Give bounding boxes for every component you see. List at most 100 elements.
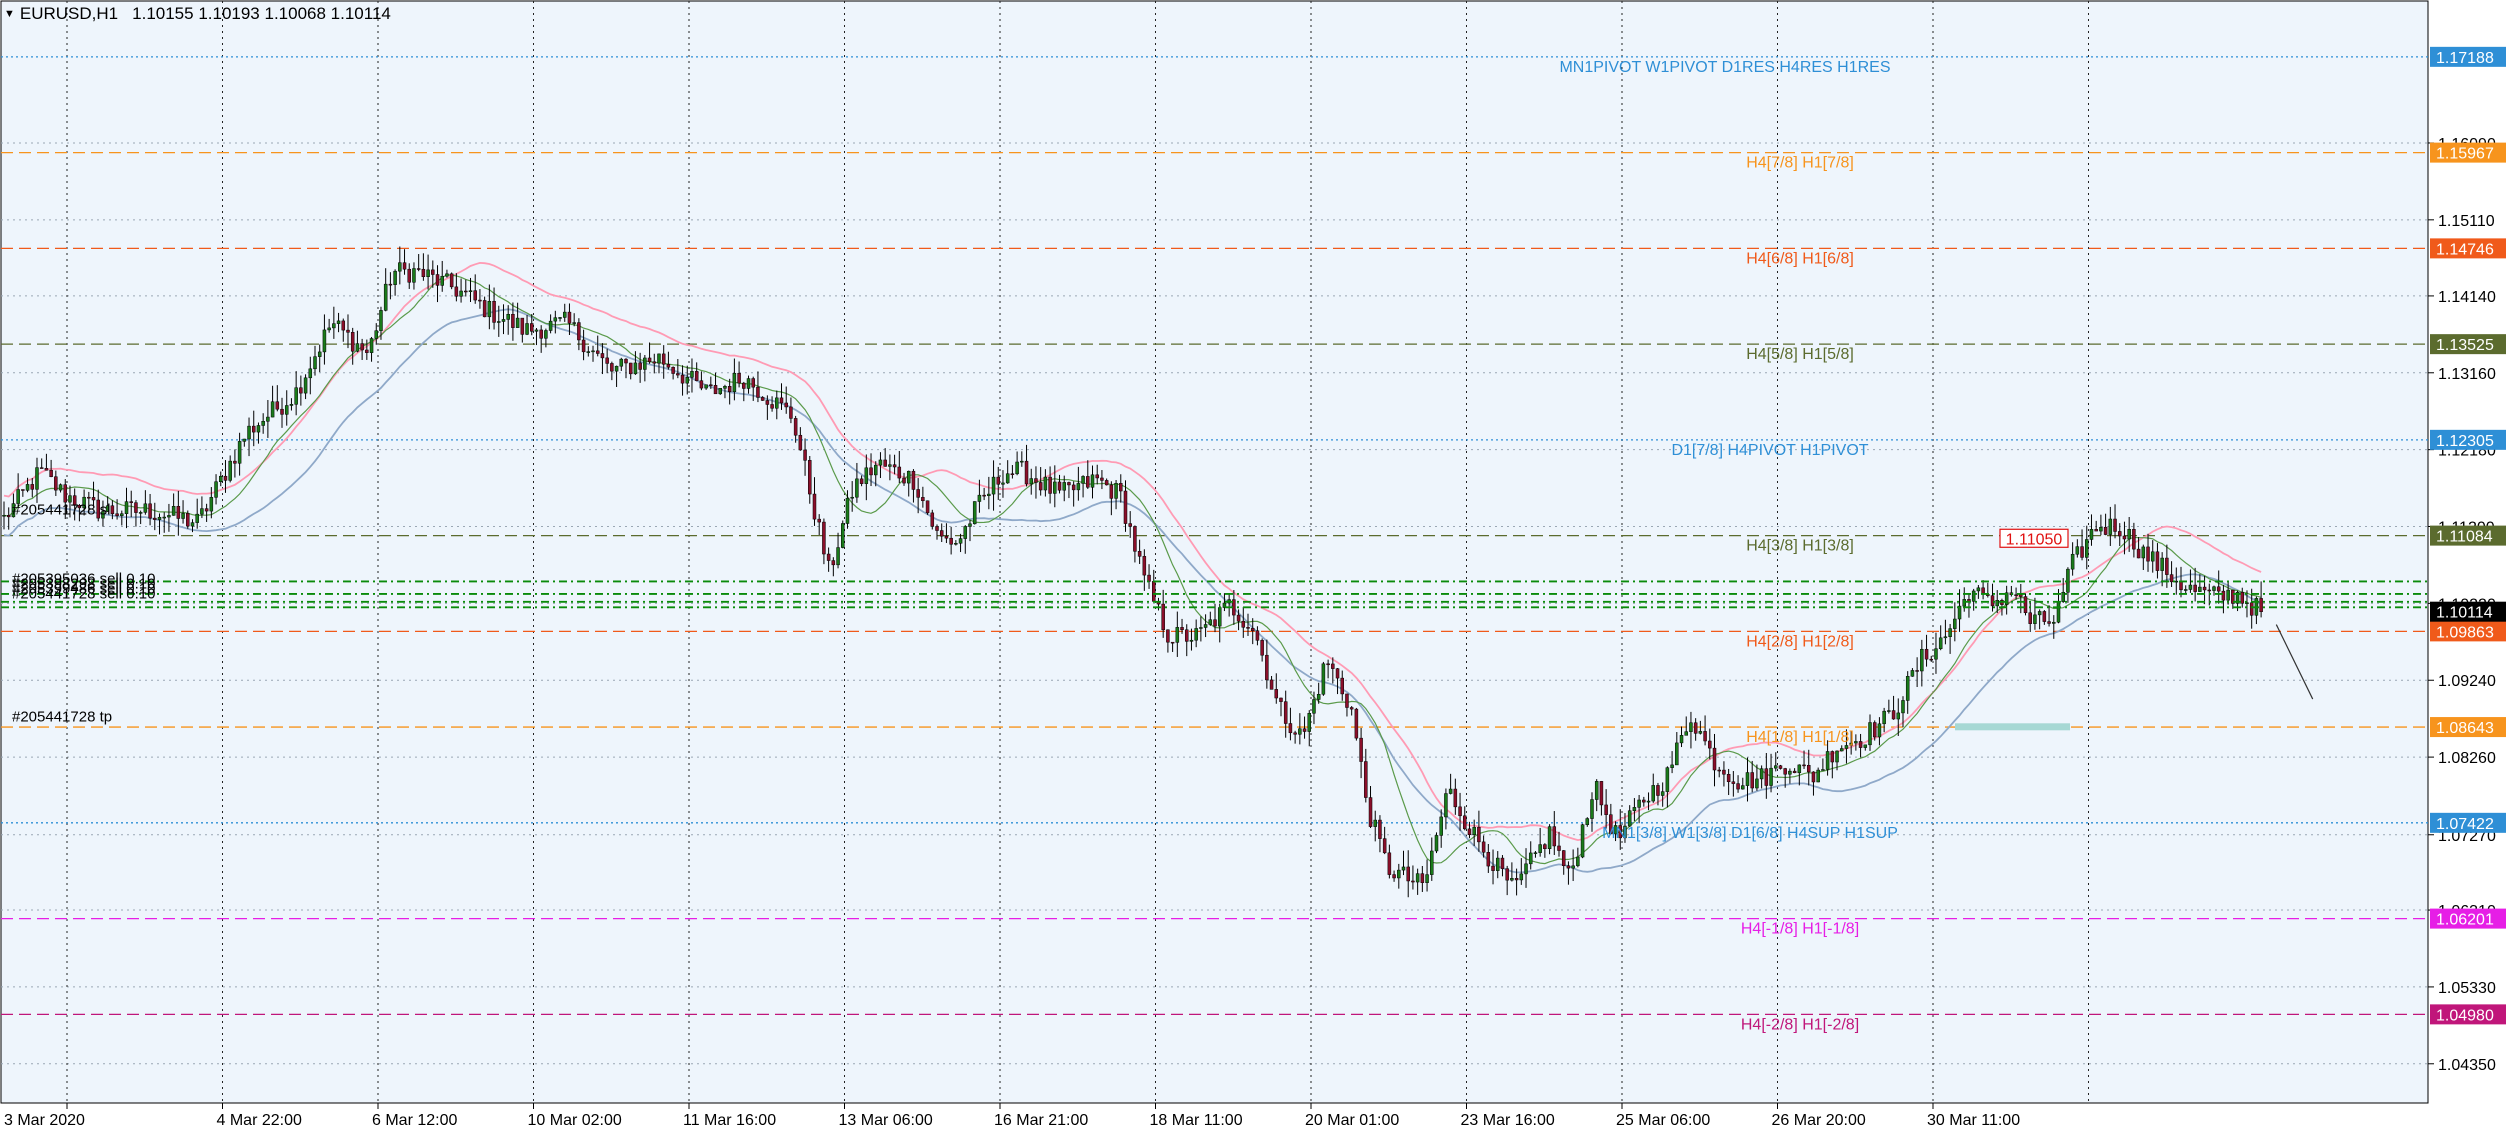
candle-up — [704, 384, 708, 389]
candle-down — [87, 496, 91, 499]
order-tp-label: #205441728 tp — [12, 708, 112, 725]
level-label: H4[1/8] H1[1/8] — [1746, 729, 1854, 746]
candle-up — [963, 526, 968, 539]
candle-down — [1830, 751, 1835, 763]
candle-up — [270, 401, 275, 418]
candle-down — [44, 468, 49, 471]
candle-up — [1020, 460, 1024, 463]
candle-up — [2033, 614, 2037, 624]
dropdown-triangle-icon[interactable]: ▼ — [4, 8, 15, 20]
candle-down — [1246, 627, 1250, 629]
candle-down — [365, 349, 369, 353]
candle-down — [251, 425, 256, 433]
candle-up — [138, 512, 143, 514]
candle-up — [200, 508, 204, 515]
price-tick-label: 1.09240 — [2438, 673, 2496, 690]
candle-down — [638, 362, 642, 370]
time-tick-label: 13 Mar 06:00 — [839, 1112, 933, 1129]
price-tick-label: 1.05330 — [2438, 980, 2496, 997]
candle-up — [327, 327, 331, 331]
candle-down — [388, 283, 393, 286]
candle-down — [930, 512, 935, 527]
candle-down — [1764, 768, 1769, 786]
candle-up — [162, 516, 166, 519]
candle-down — [134, 502, 138, 513]
candle-down — [1929, 658, 1934, 661]
candle-down — [2136, 548, 2141, 559]
candle-down — [831, 560, 836, 566]
candle-down — [1792, 770, 1797, 774]
candle-down — [2028, 612, 2032, 624]
candle-down — [2103, 526, 2108, 535]
candle-down — [1213, 619, 1217, 627]
candle-up — [591, 350, 595, 353]
price-tick-label: 1.04350 — [2438, 1057, 2496, 1074]
candle-up — [1684, 731, 1688, 736]
candle-up — [690, 371, 694, 378]
candle-down — [1255, 630, 1260, 641]
candle-down — [1364, 761, 1368, 798]
candle-up — [2089, 529, 2094, 540]
candle-up — [1679, 735, 1684, 744]
candle-down — [916, 489, 920, 498]
candle-up — [2099, 526, 2103, 532]
candle-down — [2014, 594, 2018, 596]
candle-up — [501, 319, 506, 322]
candle-down — [204, 508, 209, 512]
candle-up — [1580, 824, 1585, 858]
candle-up — [1825, 751, 1830, 770]
candle-up — [2245, 602, 2249, 604]
candle-up — [383, 283, 388, 311]
candle-down — [944, 535, 949, 539]
candle-down — [694, 371, 699, 381]
price-alert-label: 1.11050 — [2006, 531, 2063, 548]
candle-down — [1453, 788, 1458, 808]
candle-down — [2240, 592, 2245, 604]
time-tick-label: 23 Mar 16:00 — [1461, 1112, 1555, 1129]
candle-down — [1552, 826, 1557, 847]
candle-down — [671, 366, 675, 374]
candle-up — [332, 323, 336, 329]
candle-down — [2023, 596, 2028, 614]
candle-up — [313, 356, 317, 370]
candle-up — [2075, 546, 2080, 555]
candle-up — [308, 368, 313, 379]
level-label: H4[-1/8] H1[-1/8] — [1741, 921, 1859, 938]
candle-down — [925, 500, 930, 514]
candle-down — [760, 397, 765, 401]
candle-up — [214, 481, 218, 498]
target-box — [1955, 723, 2070, 731]
candle-up — [190, 522, 195, 527]
candle-up — [1835, 750, 1839, 763]
level-label: H4[7/8] H1[7/8] — [1746, 155, 1854, 172]
candle-up — [181, 513, 185, 519]
time-tick-label: 18 Mar 11:00 — [1150, 1112, 1243, 1129]
candle-up — [534, 329, 539, 332]
candle-down — [431, 269, 435, 275]
candle-down — [996, 476, 1001, 485]
candle-up — [2141, 546, 2146, 559]
candle-up — [968, 523, 972, 527]
candle-up — [515, 317, 520, 328]
candle-up — [1175, 627, 1180, 643]
candle-up — [977, 494, 982, 502]
candle-up — [1415, 873, 1420, 883]
candle-up — [336, 320, 341, 324]
candle-up — [562, 311, 567, 318]
candle-up — [322, 329, 327, 353]
candle-up — [1090, 474, 1095, 488]
level-price-tag-label: 1.13525 — [2436, 337, 2494, 354]
candle-up — [2188, 584, 2193, 590]
price-chart[interactable]: #205395036 sell 0.10#205398298 sell 0.10… — [0, 0, 2511, 1133]
candle-up — [242, 438, 247, 442]
candle-down — [1095, 474, 1099, 479]
candle-up — [1321, 663, 1326, 695]
candle-up — [1528, 852, 1533, 865]
candle-up — [718, 388, 722, 395]
candle-up — [1962, 599, 1966, 607]
candle-up — [1510, 878, 1514, 881]
candle-down — [808, 460, 812, 495]
candle-down — [1024, 460, 1029, 485]
candle-up — [2127, 529, 2131, 540]
candle-down — [817, 518, 821, 523]
